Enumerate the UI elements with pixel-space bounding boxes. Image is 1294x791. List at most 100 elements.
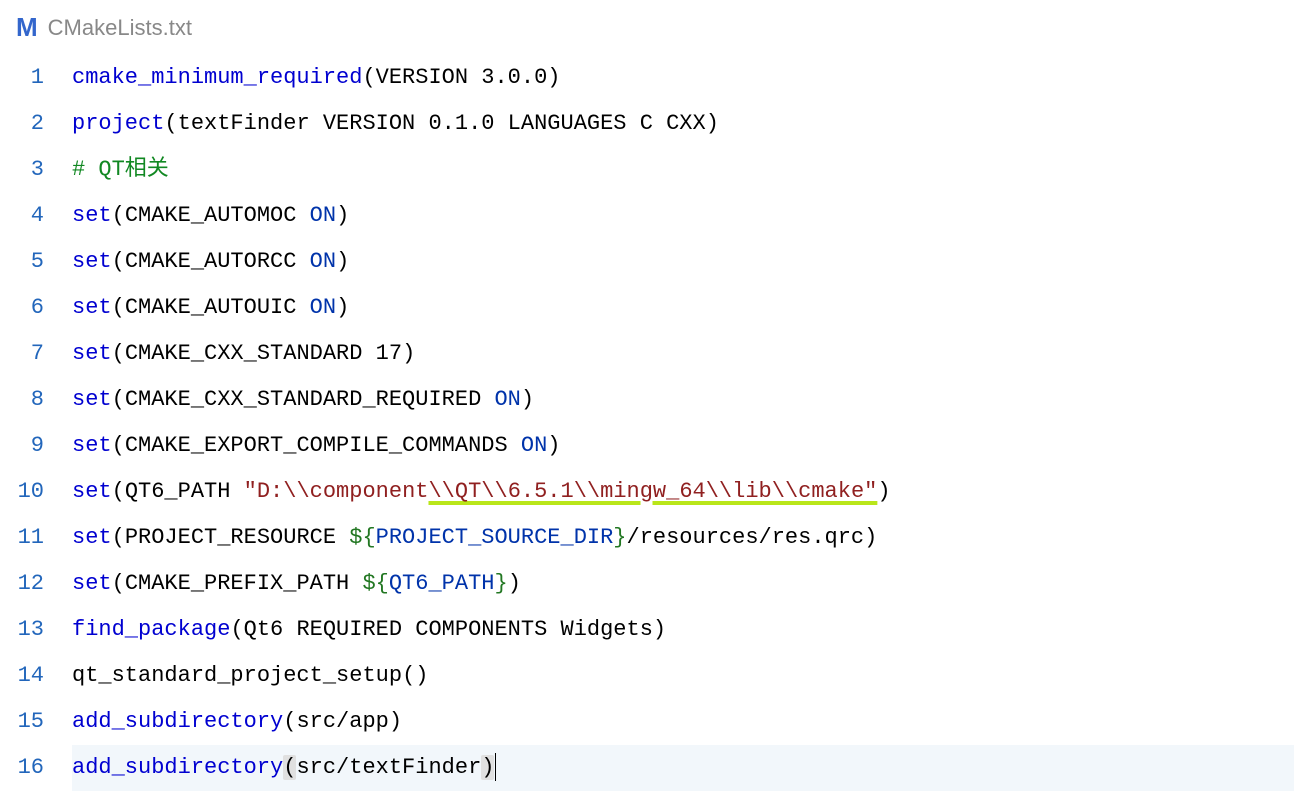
cmake-function: add_subdirectory: [72, 755, 283, 780]
paren-close: ): [336, 295, 349, 320]
paren-close: ): [547, 65, 560, 90]
code-area[interactable]: cmake_minimum_required(VERSION 3.0.0) pr…: [72, 55, 1294, 791]
file-name: CMakeLists.txt: [48, 11, 192, 44]
code-line[interactable]: # QT相关: [72, 147, 1294, 193]
line-number: 5: [8, 239, 44, 285]
paren-open: (: [112, 479, 125, 504]
space: [296, 295, 309, 320]
brace-open: {: [362, 525, 375, 550]
cmake-file-icon: M: [16, 8, 38, 47]
line-number: 12: [8, 561, 44, 607]
editor-tab-header: M CMakeLists.txt: [0, 0, 1294, 55]
paren-open: (: [112, 387, 125, 412]
line-number: 15: [8, 699, 44, 745]
paren-close: ): [877, 479, 890, 504]
line-number: 1: [8, 55, 44, 101]
line-number: 2: [8, 101, 44, 147]
code-text: src/textFinder: [296, 755, 481, 780]
code-text: VERSION 3.0.0: [376, 65, 548, 90]
cmake-variable: CMAKE_AUTOMOC: [125, 203, 297, 228]
paren-close: ): [336, 203, 349, 228]
line-number: 11: [8, 515, 44, 561]
code-line[interactable]: find_package(Qt6 REQUIRED COMPONENTS Wid…: [72, 607, 1294, 653]
paren-open: (: [402, 663, 415, 688]
code-editor[interactable]: 1 2 3 4 5 6 7 8 9 10 11 12 13 14 15 16 c…: [0, 55, 1294, 791]
cmake-function: find_package: [72, 617, 230, 642]
cmake-function: set: [72, 203, 112, 228]
space: [296, 249, 309, 274]
line-number: 9: [8, 423, 44, 469]
brace-open: {: [376, 571, 389, 596]
line-number: 14: [8, 653, 44, 699]
cmake-function: set: [72, 249, 112, 274]
cmake-keyword: ON: [521, 433, 547, 458]
line-number: 16: [8, 745, 44, 791]
code-line[interactable]: set(QT6_PATH "D:\\component\\QT\\6.5.1\\…: [72, 469, 1294, 515]
paren-open: (: [112, 525, 125, 550]
space: [481, 387, 494, 412]
space: [336, 525, 349, 550]
cmake-function: cmake_minimum_required: [72, 65, 362, 90]
cmake-function: set: [72, 433, 112, 458]
paren-open: (: [112, 341, 125, 366]
space: [362, 341, 375, 366]
code-line[interactable]: set(CMAKE_AUTOMOC ON): [72, 193, 1294, 239]
paren-close: ): [547, 433, 560, 458]
text-cursor: [495, 753, 496, 781]
code-line[interactable]: set(CMAKE_CXX_STANDARD_REQUIRED ON): [72, 377, 1294, 423]
cmake-keyword: ON: [310, 295, 336, 320]
code-line[interactable]: set(CMAKE_CXX_STANDARD 17): [72, 331, 1294, 377]
code-text: 17: [376, 341, 402, 366]
paren-close: ): [706, 111, 719, 136]
code-line[interactable]: set(CMAKE_AUTORCC ON): [72, 239, 1294, 285]
space: [230, 479, 243, 504]
paren-close: ): [389, 709, 402, 734]
line-number: 8: [8, 377, 44, 423]
dollar: $: [349, 525, 362, 550]
code-line[interactable]: cmake_minimum_required(VERSION 3.0.0): [72, 55, 1294, 101]
cmake-variable: CMAKE_CXX_STANDARD: [125, 341, 363, 366]
paren-close: ): [415, 663, 428, 688]
paren-open: (: [112, 571, 125, 596]
code-line[interactable]: set(CMAKE_EXPORT_COMPILE_COMMANDS ON): [72, 423, 1294, 469]
dollar: $: [362, 571, 375, 596]
cmake-variable: CMAKE_PREFIX_PATH: [125, 571, 349, 596]
code-line[interactable]: set(CMAKE_PREFIX_PATH ${QT6_PATH}): [72, 561, 1294, 607]
code-text: src/app: [296, 709, 388, 734]
cmake-function: add_subdirectory: [72, 709, 283, 734]
string-literal: ": [244, 479, 257, 504]
line-number: 3: [8, 147, 44, 193]
code-text: /resources/res.qrc: [627, 525, 865, 550]
comment: # QT相关: [72, 157, 169, 182]
paren-close: ): [402, 341, 415, 366]
code-line[interactable]: set(PROJECT_RESOURCE ${PROJECT_SOURCE_DI…: [72, 515, 1294, 561]
paren-close: ): [864, 525, 877, 550]
code-line[interactable]: set(CMAKE_AUTOUIC ON): [72, 285, 1294, 331]
paren-close: ): [508, 571, 521, 596]
space: [349, 571, 362, 596]
paren-open: (: [112, 203, 125, 228]
code-line-current[interactable]: add_subdirectory(src/textFinder): [72, 745, 1294, 791]
cmake-variable: QT6_PATH: [125, 479, 231, 504]
brace-close: }: [494, 571, 507, 596]
cmake-keyword: ON: [310, 249, 336, 274]
cmake-variable: PROJECT_RESOURCE: [125, 525, 336, 550]
line-number: 7: [8, 331, 44, 377]
line-number: 4: [8, 193, 44, 239]
cmake-variable: CMAKE_EXPORT_COMPILE_COMMANDS: [125, 433, 508, 458]
code-text: Qt6 REQUIRED COMPONENTS Widgets: [244, 617, 653, 642]
code-line[interactable]: add_subdirectory(src/app): [72, 699, 1294, 745]
paren-open: (: [112, 249, 125, 274]
cmake-function: set: [72, 387, 112, 412]
code-line[interactable]: project(textFinder VERSION 0.1.0 LANGUAG…: [72, 101, 1294, 147]
paren-open: (: [362, 65, 375, 90]
variable-ref: PROJECT_SOURCE_DIR: [376, 525, 614, 550]
cmake-variable: CMAKE_AUTORCC: [125, 249, 297, 274]
highlighted-path: \\QT\\6.5.1\\mingw_64\\lib\\cmake": [428, 479, 877, 504]
cmake-keyword: ON: [310, 203, 336, 228]
cmake-function: set: [72, 295, 112, 320]
line-number: 13: [8, 607, 44, 653]
line-number: 6: [8, 285, 44, 331]
space: [296, 203, 309, 228]
code-line[interactable]: qt_standard_project_setup(): [72, 653, 1294, 699]
